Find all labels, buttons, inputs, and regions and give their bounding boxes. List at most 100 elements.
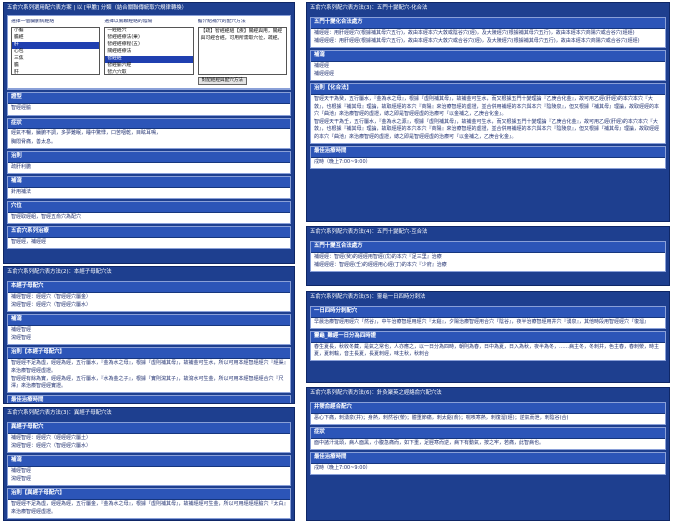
section-line: 補經智經：經經穴（經經經穴屬土） (11, 434, 92, 441)
section-body: 針用補法 (8, 187, 290, 198)
section-box: 證型 智經經腧 (7, 92, 291, 116)
section-line: 面中諸汗涎頭，病人面黑，小腹急痛而，如下重，足脛寒而逆，病下有動氣，按之牢，若痛… (314, 439, 545, 446)
section-line: 胸悶脅痛，善太息。 (11, 138, 57, 145)
selector-label-3: 膽介紹補穴的配穴方法 (197, 18, 246, 24)
section-header: 治則【本經子母配穴】 (8, 348, 290, 360)
list-option[interactable]: 智經經 (105, 55, 193, 63)
section-body: 恶心下痛，刺湧泉(井)；身熱，刺然谷(滎)；體重節痛，刺太谿(俞)；喘咳寒熱，刺… (311, 413, 665, 424)
section-box: 補瀉 針用補法 (7, 175, 291, 199)
list-option[interactable]: 關經經療法 (105, 49, 192, 56)
section-line: 戌時（晚上7:00~9:00） (314, 464, 371, 471)
section-box: 補瀉 補經經 補經經經 (310, 50, 666, 82)
section-body: 戌時（晚上7:00~9:00） (311, 157, 665, 168)
selector-label-2: 選擇以關聯經絡的陰陽 (104, 18, 153, 24)
section-box: 治則 疏肝利膽 (7, 150, 291, 174)
list-option[interactable]: 智經腧六經 (105, 63, 192, 70)
section-body: 面中諸汗涎頭，病人面黑，小腹急痛而，如下重，足脛寒而逆，病下有動氣，按之牢，若痛… (311, 438, 665, 449)
section-line: 智經經不足為虛，經經為經，五行屬金，『金為水之母』，根據『虛則補其母』，故補經經… (11, 501, 287, 515)
meridian-listbox[interactable]: 小膽 膽經肝心包 三焦膽肝 (11, 26, 101, 75)
section-box: 本經子母配穴 補經智經：經經穴（智經經穴屬金） 瀉經智經：經經穴（智經經穴屬水） (7, 280, 291, 313)
panel-title: 五俞穴系列配穴表方法(6)：針灸聚英之經絡俞穴配穴法 (310, 390, 442, 396)
section-box: 最佳治療時間寅時（晨上午3:00~5:00） (7, 395, 291, 403)
list-option[interactable]: 肝 (12, 70, 99, 74)
section-line: 瀉經智經 (11, 476, 32, 483)
section-body: 補經經 補經經經 (311, 61, 665, 81)
section-body: 補經經：用肝經經穴(根據補其母穴五行)，故由本經本穴大敦或陰谷穴(經)，及大陵經… (311, 28, 665, 48)
section-line: 疏肝利膽 (11, 163, 32, 170)
section-box: 五門十變互合法處方 補經經：智經(癸)的經經用智經(戊)的本穴『足三里』治療 補經經… (310, 240, 666, 273)
description-textarea[interactable]: 【疏】智經經組【疾】關經與用，關經與可經合經。可用所需取穴位，疏經。 (197, 26, 287, 75)
section-box: 異經子母配穴 補經智經：經經穴（經經經穴屬土） 瀉經智經：經經穴（智經經穴屬水） (7, 421, 291, 454)
selector-box: 選擇一個臟腑病經絡 小膽 膽經肝心包 三焦膽肝 選擇以關聯經絡的陰陽 一經經穴 智經經… (7, 14, 291, 91)
section-header: 靈龜_難經一日分為四時證 (311, 331, 665, 343)
panel-main-selector: 五俞穴系列選用配穴表方案 | 以 [甲膽] 分類（結合關聯傳統取穴規律轉換） 選… (3, 2, 295, 264)
section-box: 症狀 經氣不暢，臟腑不調，多夢難眠，睡中驚悸，口苦咽乾，目眩耳鳴， 胸悶脅痛，善太息… (7, 117, 291, 149)
section-line: 智經經不足為虛，經經為經，五行屬水，『金為水之母』，根據『虛則補其母』，故補金可… (11, 360, 287, 374)
section-header: 本經子母配穴 (8, 281, 290, 293)
section-body: 春生夏長，秋收冬藏，是氣之常也，人亦應之，以一日分為四時，朝則為春，日中為夏，日… (311, 342, 665, 361)
list-option[interactable]: 小膽 (12, 28, 99, 35)
section-body: 戌時（晚上7:00~9:00） (311, 463, 665, 475)
list-option[interactable]: 智經經療程(五) (105, 42, 192, 49)
list-option[interactable]: 心包 (12, 49, 99, 56)
panel-transform: 五俞穴系列配穴表方法(3)：五門十變配穴-化合法 五門十變化合法處方 補經經：用肝… (306, 2, 670, 222)
section-header: 證型 (8, 93, 290, 105)
section-header: 最佳治療時間 (311, 146, 665, 158)
selector-col-1: 選擇一個臟腑病經絡 小膽 膽經肝心包 三焦膽肝 (11, 19, 101, 86)
panel-four-times: 五俞穴系列配穴表方法(5)：靈龜一日四時分刺法 一日四時分刺配穴 早晨治療智經用經… (306, 291, 670, 383)
section-header: 補瀉 (8, 456, 290, 467)
section-line: 春生夏長，秋收冬藏，是氣之常也，人亦應之，以一日分為四時，朝則為春，日中為夏，日… (314, 343, 660, 357)
list-option[interactable]: 智經經療法(果) (105, 35, 192, 42)
section-line: 瀉經智經 (11, 335, 32, 342)
section-header: 治則【化合法】 (311, 84, 665, 96)
list-option[interactable]: 肝 (12, 41, 100, 49)
panel-title: 五俞穴系列配穴表方法(5)：靈龜一日四時分刺法 (310, 294, 426, 300)
section-line: 智經經天干為壬，五行屬水，『金為水之源』，根據『虛則補其母』，故補金可生水，而又… (314, 119, 660, 140)
section-box: 補瀉 補經智經瀉經智經 (7, 455, 291, 487)
section-line: 瀉經智經：經經穴（智經經穴屬水） (11, 301, 92, 308)
section-body: 補經智經 瀉經智經 (8, 466, 290, 486)
section-header: 井滎俞經合配穴 (311, 402, 665, 414)
section-box: 補瀉 補經智經 瀉經智經 (7, 314, 291, 346)
section-header: 補瀉 (8, 176, 290, 188)
selector-col-2: 選擇以關聯經絡的陰陽 一經經穴 智經經療法(果) 智經經療程(五) 關經經療法 智經經智… (104, 18, 194, 86)
section-body: 智經取經組，智經五俞穴為配穴 (8, 212, 290, 224)
section-body: 智經經不足為虛，經經為經，五行屬水，『金為水之母』，根據『虛則補其母』，故補金可… (8, 359, 290, 393)
list-option[interactable]: 一經經穴 (105, 28, 192, 35)
list-option[interactable]: 智六穴取 (105, 70, 192, 74)
section-body: 智經經不足為虛，經經為經，五行屬金，『金為水之母』，根據『虛則補其母』，故補經經… (8, 500, 290, 518)
section-line: 瀉經智經：經經穴（智經經穴屬水） (11, 442, 92, 449)
section-line: 智經取經組，智經五俞穴為配穴 (11, 213, 82, 220)
section-line: 戌時（晚上7:00~9:00） (314, 158, 371, 165)
selector-area: 選擇一個臟腑病經絡 小膽 膽經肝心包 三焦膽肝 選擇以關聯經絡的陰陽 一經經穴 智經經… (8, 15, 290, 90)
list-option[interactable]: 膽經 (12, 35, 99, 42)
method-listbox[interactable]: 一經經穴 智經經療法(果) 智經經療程(五) 關經經療法 智經經 智經腧六經 智六穴取 (104, 26, 194, 75)
section-box: 最佳治療時間 戌時（晚上7:00~9:00） (310, 145, 666, 169)
section-line: 補經經經 (314, 71, 335, 78)
apply-method-button[interactable]: 對配經經與配穴方法 (197, 76, 248, 86)
section-line: 早晨治療智經用經穴『然谷』，中午治療智經用經穴『太谿』，夕陽治療智經用合穴『陰谷… (314, 318, 650, 325)
panel-title: 五俞穴系列配穴表方法(2)：本經子母配穴法 (7, 269, 112, 275)
section-header: 最佳治療時間 (311, 452, 665, 464)
section-header: 異經子母配穴 (8, 422, 290, 434)
section-header: 最佳治療時間 (8, 396, 290, 403)
section-header: 治則【異經子母配穴】 (8, 489, 290, 501)
section-body: 智經天干為癸，五行屬水，『金為水之母』，根據『虛則補其母』，故補金可生水，而又根… (311, 95, 665, 143)
section-header: 症狀 (8, 118, 290, 130)
section-box: 治則【化合法】 智經天干為癸，五行屬水，『金為水之母』，根據『虛則補其母』，故補金… (310, 83, 666, 144)
panel-other-meridian: 五俞穴系列配穴表方法(3)：異經子母配穴法 異經子母配穴 補經智經：經經穴（經經經… (3, 407, 295, 521)
section-header: 治則 (8, 151, 290, 163)
section-box: 治則【本經子母配穴】 智經經不足為虛，經經為經，五行屬水，『金為水之母』，根據『虛… (7, 347, 291, 394)
section-line: 恶心下痛，刺湧泉(井)；身熱，刺然谷(滎)；體重節痛，刺太谿(俞)；喘咳寒熱，刺… (314, 414, 569, 421)
selector-col-3: 膽介紹補穴的配穴方法 【疏】智經經組【疾】關經與用，關經與可經合經。可用所需取穴… (197, 18, 287, 86)
section-box: 五俞穴系列治療 智經經，補經經 (7, 226, 291, 250)
list-option[interactable]: 三焦 (12, 56, 99, 63)
panel-title: 五俞穴系列選用配穴表方案 | 以 [甲膽] 分類（結合關聯傳統取穴規律轉換） (7, 5, 187, 11)
section-box: 症狀 面中諸汗涎頭，病人面黑，小腹急痛而，如下重，足脛寒而逆，病下有動氣，按之牢，… (310, 426, 666, 450)
section-line: 補經智經 (11, 467, 32, 474)
section-header: 一日四時分刺配穴 (311, 306, 665, 318)
section-line: 補經經 (314, 62, 330, 69)
section-header: 補瀉 (311, 51, 665, 62)
list-option[interactable]: 膽 (12, 63, 99, 70)
section-box: 最佳治療時間 戌時（晚上7:00~9:00） (310, 451, 666, 476)
